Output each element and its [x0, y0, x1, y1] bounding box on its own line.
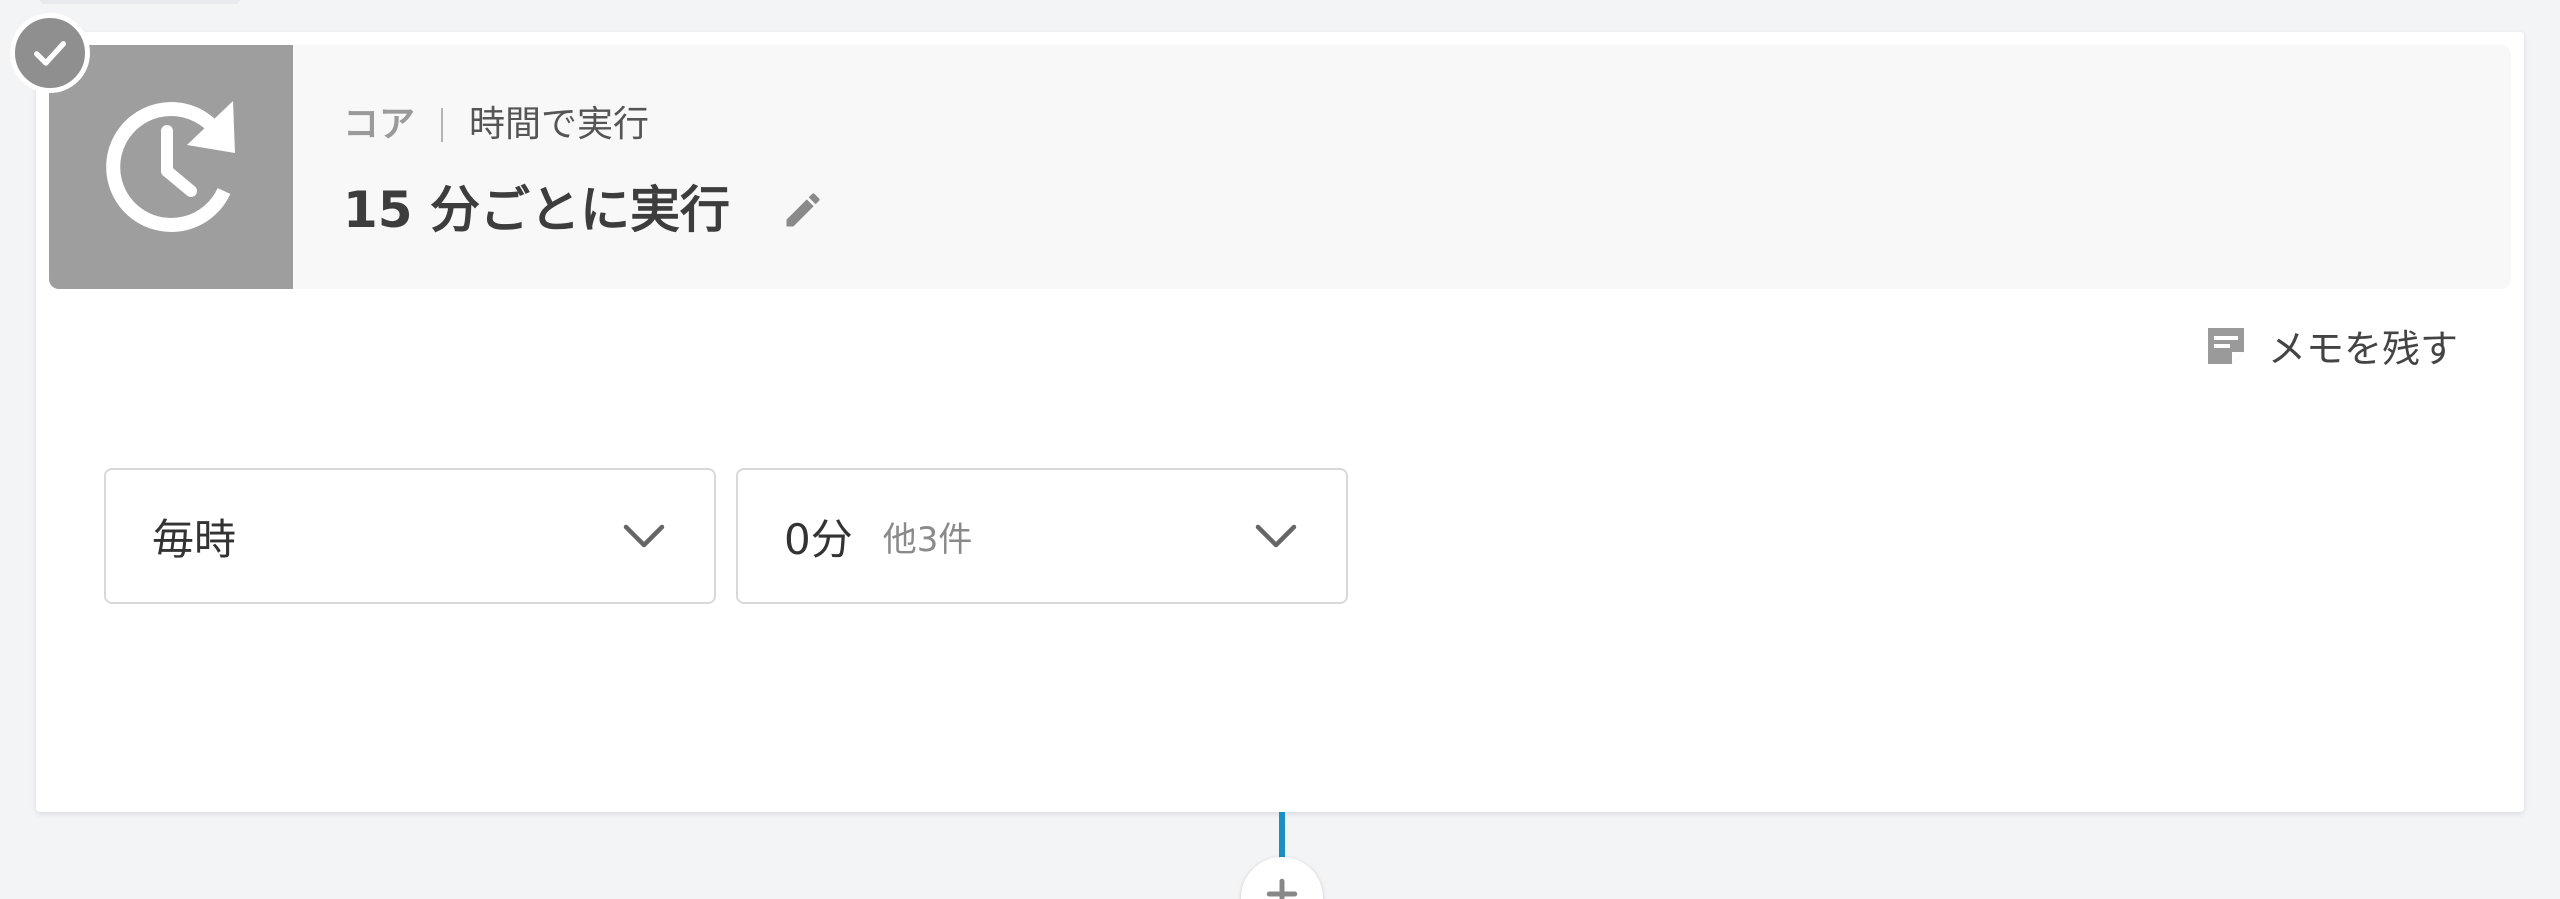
previous-card-edge: [40, 0, 240, 4]
step-action-type: 時間で実行: [469, 104, 650, 145]
minute-select[interactable]: 0分 他3件: [736, 468, 1348, 604]
leave-memo-button[interactable]: メモを残す: [2202, 318, 2458, 373]
chevron-down-icon: [622, 522, 666, 550]
add-step-button[interactable]: [1241, 857, 1323, 899]
trigger-step-card: コア 時間で実行 15 分ごとに実行 メモを残す 毎時 0分 他3件: [36, 32, 2524, 812]
breadcrumb: コア 時間で実行: [343, 107, 649, 143]
step-header: コア 時間で実行 15 分ごとに実行: [49, 45, 2511, 289]
check-icon: [30, 33, 70, 73]
frequency-select[interactable]: 毎時: [104, 468, 716, 604]
minute-extra-count: 他3件: [882, 519, 973, 560]
step-title[interactable]: 15 分ごとに実行: [343, 185, 730, 235]
note-icon: [2202, 322, 2250, 370]
plus-icon: [1265, 877, 1299, 899]
leave-memo-label: メモを残す: [2267, 327, 2458, 371]
frequency-value: 毎時: [152, 514, 237, 564]
step-header-text: コア 時間で実行 15 分ごとに実行: [343, 45, 2511, 289]
workflow-canvas: コア 時間で実行 15 分ごとに実行 メモを残す 毎時 0分 他3件: [0, 0, 2560, 899]
breadcrumb-separator: [441, 108, 444, 142]
step-icon-tile: [49, 45, 293, 289]
step-category: コア: [343, 104, 416, 145]
minute-value: 0分: [784, 514, 853, 564]
chevron-down-icon: [1254, 522, 1298, 550]
step-status-badge: [10, 13, 90, 93]
pencil-icon[interactable]: [780, 187, 826, 233]
step-title-row: 15 分ごとに実行: [343, 185, 826, 235]
clock-refresh-icon: [91, 87, 251, 247]
